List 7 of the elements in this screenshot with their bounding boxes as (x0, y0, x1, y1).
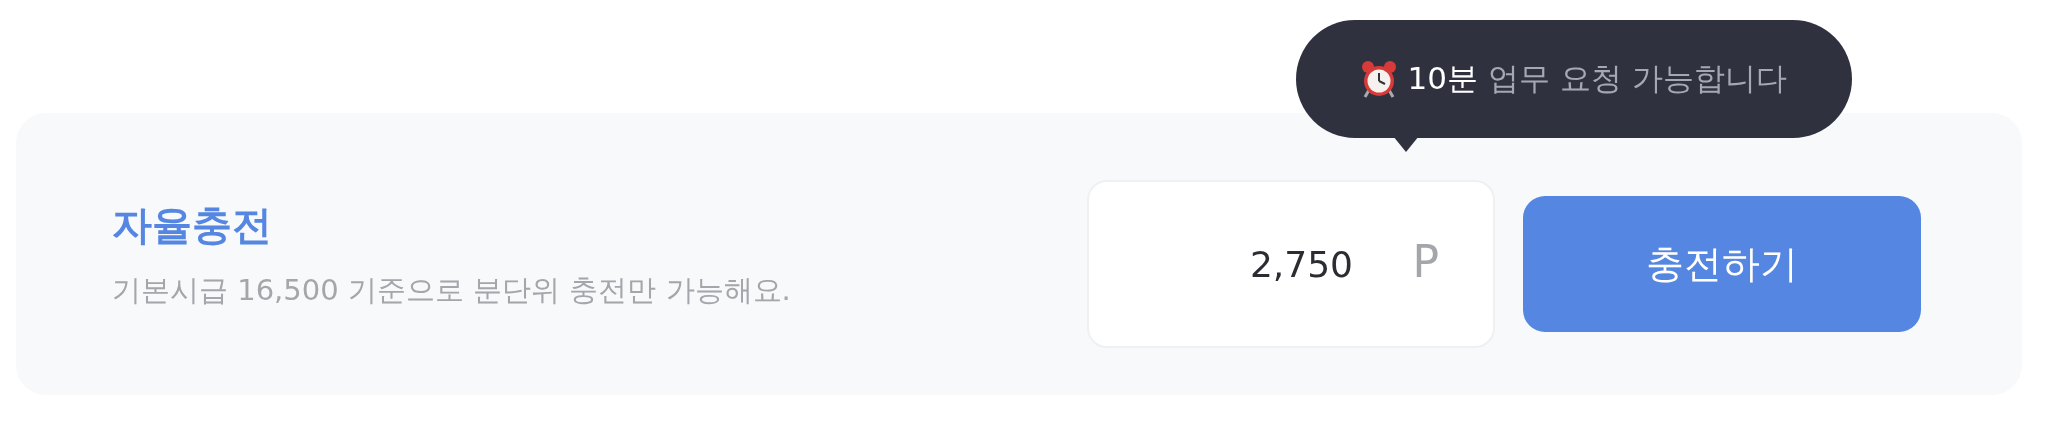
charge-button[interactable]: 충전하기 (1523, 196, 1921, 332)
section-title: 자율충전 (112, 200, 273, 250)
alarm-clock-icon (1361, 60, 1398, 98)
tooltip-highlight: 10분 (1407, 59, 1478, 98)
tooltip-text: 업무 요청 가능합니다 (1487, 59, 1787, 98)
description-text: 기본시급 16,500 기준으로 분단위 충전만 가능해요. (112, 271, 792, 309)
unit-label: P (1412, 236, 1439, 288)
